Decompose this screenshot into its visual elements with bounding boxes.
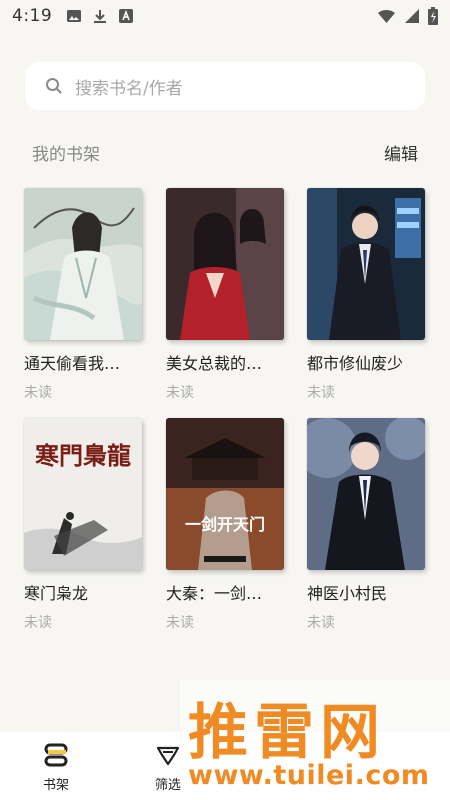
book-status: 未读 [166, 615, 194, 631]
filter-icon [156, 746, 180, 766]
book-status: 未读 [307, 615, 335, 631]
book-item[interactable]: 美女总裁的… 未读 [166, 188, 291, 402]
book-title: 寒门枭龙 [24, 584, 89, 603]
search-placeholder: 搜索书名/作者 [75, 78, 183, 99]
ink-calligraphy-cover: 寒門梟龍 [24, 418, 142, 570]
book-status: 未读 [24, 385, 52, 401]
book-item[interactable]: 寒門梟龍 寒门枭龙 未读 [24, 418, 149, 632]
cover-calligraphy: 一剑开天门 [185, 515, 265, 534]
watermark-logo-text: 推雷网 [188, 698, 386, 768]
book-cover[interactable] [24, 188, 142, 340]
status-icons-left [66, 8, 134, 24]
doctor-man-cover [307, 418, 425, 570]
cover-calligraphy: 寒門梟龍 [35, 441, 131, 470]
book-cover[interactable] [166, 188, 284, 340]
book-item[interactable]: 一剑开天门 大秦：一剑… 未读 [166, 418, 291, 632]
status-time: 4:19 [12, 6, 53, 26]
book-item[interactable]: 都市修仙废少 未读 [307, 188, 432, 402]
book-title: 大秦：一剑… [166, 584, 263, 603]
image-icon [67, 10, 82, 22]
suit-man-cover [307, 188, 425, 340]
book-item[interactable]: 神医小村民 未读 [307, 418, 432, 632]
book-item[interactable]: 通天偷看我… 未读 [24, 188, 149, 402]
shelf-title: 我的书架 [32, 145, 100, 165]
signal-icon [405, 9, 419, 23]
search-input[interactable]: 搜索书名/作者 [25, 62, 425, 110]
status-icons-right [377, 7, 438, 25]
edit-button[interactable]: 编辑 [384, 140, 418, 165]
watermark: 推雷网 www.tuilei.com [180, 680, 450, 800]
book-title: 神医小村民 [307, 584, 388, 603]
book-cover[interactable] [307, 188, 425, 340]
red-dress-cover [166, 188, 284, 340]
wifi-icon [378, 10, 395, 23]
download-icon [94, 10, 107, 23]
status-bar: 4:19 [0, 0, 450, 32]
font-icon [119, 9, 134, 23]
nav-label: 书架 [42, 778, 69, 793]
battery-icon [428, 7, 438, 25]
book-cover[interactable] [307, 418, 425, 570]
ancient-hero-cover [24, 188, 142, 340]
book-title: 都市修仙废少 [307, 354, 404, 373]
search-icon [46, 78, 62, 94]
book-status: 未读 [307, 385, 335, 401]
book-title: 通天偷看我… [24, 354, 121, 373]
book-title: 美女总裁的… [166, 354, 263, 373]
book-cover[interactable]: 一剑开天门 [166, 418, 284, 570]
book-cover[interactable]: 寒門梟龍 [24, 418, 142, 570]
book-status: 未读 [24, 615, 52, 631]
bookshelf-icon [44, 743, 68, 767]
book-status: 未读 [166, 385, 194, 401]
qin-palace-cover: 一剑开天门 [166, 418, 284, 570]
nav-bookshelf[interactable]: 书架 [26, 742, 86, 793]
watermark-url: www.tuilei.com [188, 760, 430, 791]
